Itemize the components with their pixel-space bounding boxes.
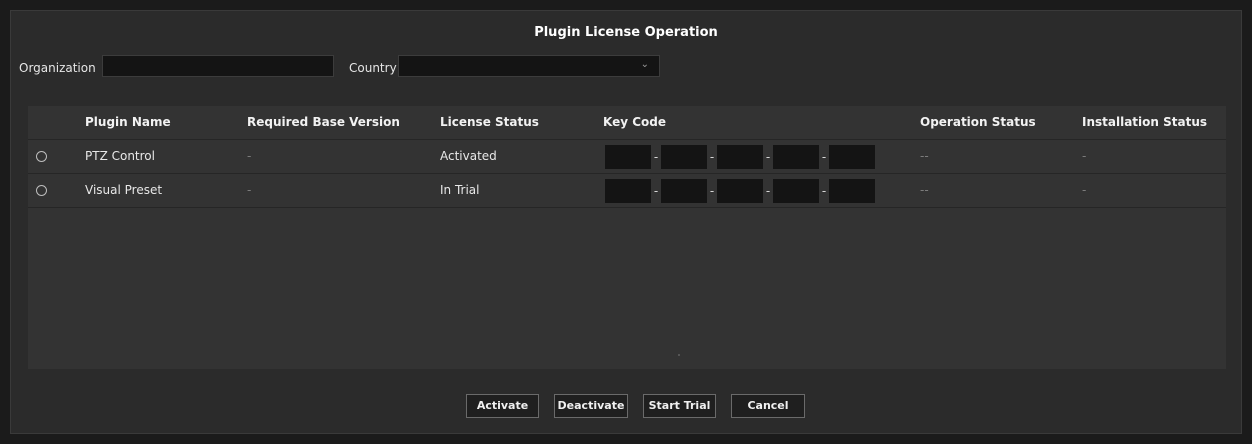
license-status: Activated <box>440 149 497 163</box>
cancel-button[interactable]: Cancel <box>731 394 805 418</box>
key-code-segment-2[interactable] <box>661 145 707 169</box>
key-code-segment-3[interactable] <box>717 145 763 169</box>
organization-field[interactable] <box>102 55 334 77</box>
key-code-segment-1[interactable] <box>605 179 651 203</box>
required-base-version: - <box>247 183 252 197</box>
plugin-name: Visual Preset <box>85 183 163 197</box>
key-code-separator: - <box>765 184 771 198</box>
organization-label: Organization <box>19 61 96 75</box>
key-code-separator: - <box>765 150 771 164</box>
key-code-segment-5[interactable] <box>829 145 875 169</box>
table-row[interactable]: PTZ Control - Activated - - - - -- - <box>28 140 1226 174</box>
key-code-segment-3[interactable] <box>717 179 763 203</box>
key-code-segment-4[interactable] <box>773 179 819 203</box>
operation-status: -- <box>920 149 929 163</box>
key-code-segment-2[interactable] <box>661 179 707 203</box>
column-header-license-status[interactable]: License Status <box>440 106 539 139</box>
key-code-segment-4[interactable] <box>773 145 819 169</box>
country-select[interactable]: ⌄ <box>398 55 660 77</box>
chevron-down-icon: ⌄ <box>640 59 649 70</box>
table-row[interactable]: Visual Preset - In Trial - - - - -- - <box>28 174 1226 208</box>
installation-status: - <box>1082 183 1087 197</box>
key-code-separator: - <box>653 150 659 164</box>
column-header-key-code[interactable]: Key Code <box>603 106 666 139</box>
installation-status: - <box>1082 149 1087 163</box>
resize-marker <box>678 354 680 356</box>
country-label: Country <box>349 61 397 75</box>
plugin-table: Plugin Name Required Base Version Licens… <box>28 106 1226 369</box>
dialog-title: Plugin License Operation <box>534 25 718 40</box>
column-header-required-base-version[interactable]: Required Base Version <box>247 106 400 139</box>
key-code-segment-5[interactable] <box>829 179 875 203</box>
plugin-name: PTZ Control <box>85 149 155 163</box>
row-select-radio[interactable] <box>36 151 47 162</box>
column-header-installation-status[interactable]: Installation Status <box>1082 106 1207 139</box>
key-code-segment-1[interactable] <box>605 145 651 169</box>
key-code-separator: - <box>709 184 715 198</box>
row-select-radio[interactable] <box>36 185 47 196</box>
start-trial-button[interactable]: Start Trial <box>643 394 716 418</box>
license-status: In Trial <box>440 183 480 197</box>
plugin-license-dialog: Plugin License Operation Organization Co… <box>10 10 1242 434</box>
key-code-separator: - <box>821 184 827 198</box>
key-code-separator: - <box>709 150 715 164</box>
activate-button[interactable]: Activate <box>466 394 539 418</box>
key-code-separator: - <box>821 150 827 164</box>
table-header: Plugin Name Required Base Version Licens… <box>28 106 1226 140</box>
operation-status: -- <box>920 183 929 197</box>
required-base-version: - <box>247 149 252 163</box>
column-header-operation-status[interactable]: Operation Status <box>920 106 1036 139</box>
key-code-separator: - <box>653 184 659 198</box>
deactivate-button[interactable]: Deactivate <box>554 394 628 418</box>
column-header-plugin-name[interactable]: Plugin Name <box>85 106 171 139</box>
